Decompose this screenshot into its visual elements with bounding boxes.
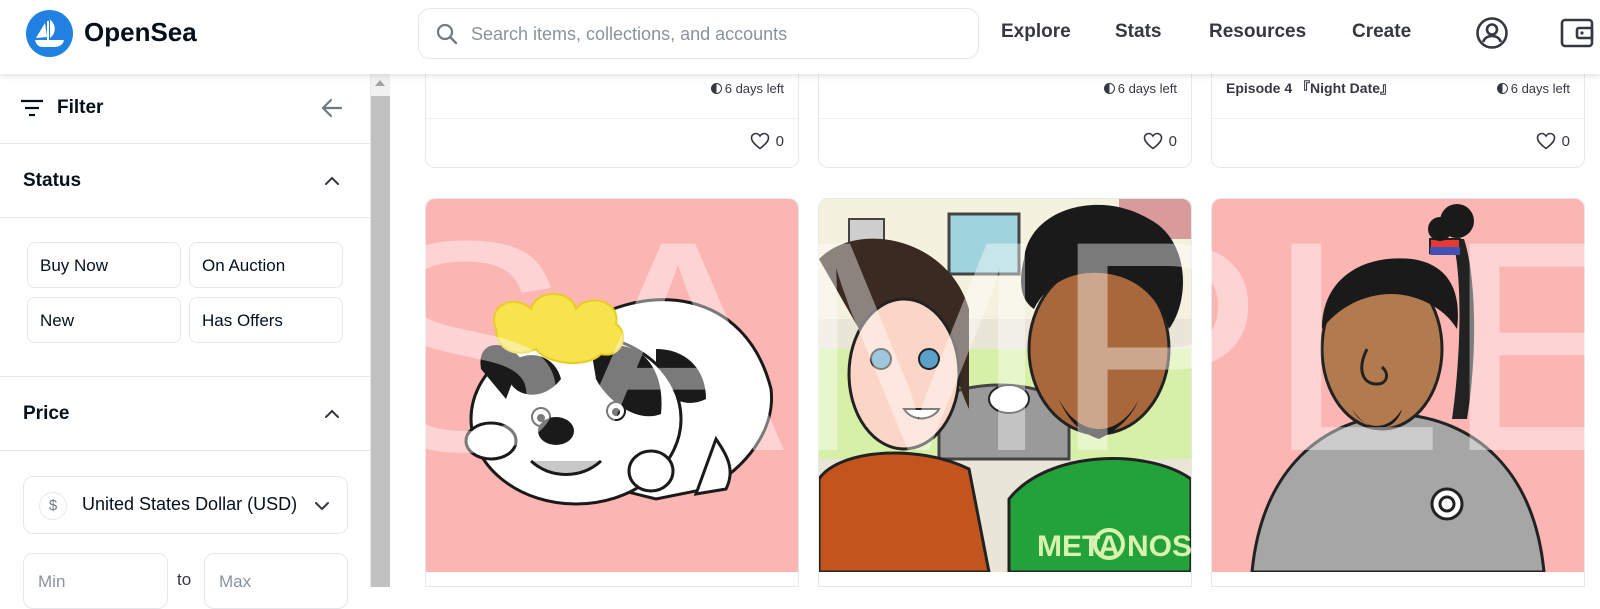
nav-create[interactable]: Create [1352,21,1411,43]
heart-icon[interactable] [1143,132,1163,150]
nft-image-bulldog[interactable] [426,199,798,572]
status-buy-now[interactable]: Buy Now [27,242,181,288]
status-section-header[interactable]: Status [0,144,371,218]
asset-card-couple[interactable]: META NOSE [818,198,1192,587]
status-options: Buy Now On Auction New Has Offers [0,218,371,377]
favorite-button[interactable]: 0 [1536,132,1570,150]
divider [1212,118,1584,119]
max-price-input[interactable] [219,572,329,592]
time-left-label: 6 days left [1117,81,1177,96]
nav-explore[interactable]: Explore [1001,21,1071,43]
min-price-input[interactable] [38,572,148,592]
asset-card-footer[interactable]: 6 days left 0 [425,62,799,168]
search-input[interactable] [471,19,961,49]
dollar-icon: $ [39,492,67,520]
clock-icon [710,83,722,94]
favorite-button[interactable]: 0 [750,132,784,150]
brand-name[interactable]: OpenSea [84,17,197,48]
card-title: Episode 4 『Night Date』 [1226,80,1395,96]
arrow-left-icon[interactable] [320,96,344,120]
filter-label: Filter [57,97,104,118]
favorite-count: 0 [1168,133,1177,150]
divider [426,118,798,119]
nft-image-couple[interactable]: META NOSE [819,199,1191,572]
time-left: 6 days left [710,81,784,96]
price-title: Price [23,403,70,424]
asset-card-footer[interactable]: Episode 4 『Night Date』 6 days left 0 [1211,62,1585,168]
clock-icon [1496,83,1508,94]
favorite-button[interactable]: 0 [1143,132,1177,150]
currency-value: United States Dollar (USD) [82,494,298,514]
status-new[interactable]: New [27,297,181,343]
time-left-label: 6 days left [1510,81,1570,96]
status-has-offers[interactable]: Has Offers [189,297,343,343]
search-bar[interactable] [418,8,979,59]
filter-header: Filter [0,74,371,144]
price-section-header[interactable]: Price [0,377,371,451]
filter-sidebar: Filter Status Buy Now On Auction New Has… [0,74,371,609]
nav-stats[interactable]: Stats [1115,21,1161,43]
top-navbar: OpenSea Explore Stats Resources Create [0,0,1600,74]
time-left: 6 days left [1496,81,1570,96]
nav-resources[interactable]: Resources [1209,21,1306,43]
time-left-label: 6 days left [724,81,784,96]
clock-icon [1103,83,1115,94]
favorite-count: 0 [775,133,784,150]
sidebar-scrollbar[interactable] [371,74,390,587]
asset-card-footer[interactable]: 6 days left 0 [818,62,1192,168]
scroll-up-arrow-icon[interactable] [375,80,385,86]
opensea-logo-icon[interactable] [26,10,73,57]
chevron-up-icon[interactable] [322,404,342,424]
search-icon [436,23,458,45]
status-on-auction[interactable]: On Auction [189,242,343,288]
favorite-count: 0 [1561,133,1570,150]
currency-select[interactable]: $ United States Dollar (USD) [23,476,348,534]
asset-card-topknot[interactable] [1211,198,1585,587]
max-price-field[interactable] [204,553,348,609]
to-label: to [177,570,192,589]
min-price-field[interactable] [23,553,168,609]
asset-card-bulldog[interactable] [425,198,799,587]
chevron-up-icon[interactable] [322,171,342,191]
heart-icon[interactable] [750,132,770,150]
status-title: Status [23,170,82,191]
filter-icon [21,99,43,117]
heart-icon[interactable] [1536,132,1556,150]
account-icon[interactable] [1475,16,1509,50]
nft-image-topknot[interactable] [1212,199,1584,572]
divider [819,118,1191,119]
svg-text:NOSE: NOSE [1127,530,1191,563]
time-left: 6 days left [1103,81,1177,96]
chevron-down-icon[interactable] [313,497,331,515]
wallet-icon[interactable] [1560,17,1594,49]
scroll-thumb[interactable] [371,96,390,587]
